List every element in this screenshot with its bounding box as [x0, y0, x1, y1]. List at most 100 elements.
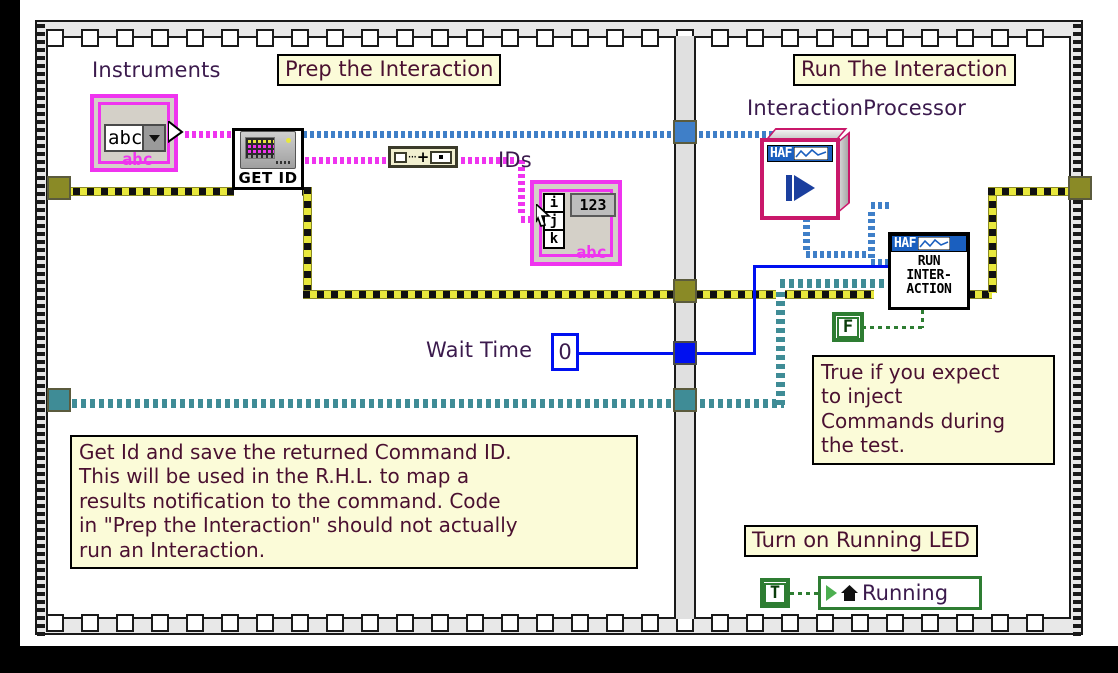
structure-notch [921, 29, 939, 47]
waveform-icon-run [917, 237, 950, 250]
structure-notch [886, 614, 904, 632]
instruments-array-control[interactable]: abc abc [90, 94, 178, 172]
haf-header-text-processor: HAF [770, 145, 792, 161]
structure-notch [361, 614, 379, 632]
tunnel-error-right[interactable] [1068, 176, 1092, 200]
structure-notch [501, 614, 519, 632]
tunnel-teal-left[interactable] [47, 388, 71, 412]
wait-time-label: Wait Time [426, 338, 533, 362]
comment-prep-interaction[interactable]: Get Id and save the returned Command ID.… [70, 435, 638, 569]
boolean-wire-false-horizontal [862, 326, 924, 329]
instruments-value: abc [108, 127, 143, 149]
structure-notch [46, 29, 64, 47]
haf-header-run: HAF [891, 235, 967, 252]
structure-notch [781, 614, 799, 632]
teal-wire-bottom-right [696, 399, 784, 408]
instrument-icon [240, 131, 296, 169]
structure-notch [186, 614, 204, 632]
structure-notch [816, 614, 834, 632]
index-node-input-icon [394, 151, 407, 163]
structure-notch [431, 614, 449, 632]
instruments-control-label: Instruments [92, 58, 221, 82]
wait-time-constant[interactable]: 0 [551, 333, 579, 371]
structure-notch [991, 614, 1009, 632]
teal-wire-bottom-left [59, 399, 679, 408]
structure-notch [851, 29, 869, 47]
index-node-plus-icon: + [416, 148, 430, 166]
structure-notch [291, 29, 309, 47]
structure-notch [886, 29, 904, 47]
class-wire-under-processor [803, 251, 875, 258]
structure-notch [501, 29, 519, 47]
error-wire-to-divider [303, 290, 685, 299]
structure-notch [466, 29, 484, 47]
structure-notch [746, 29, 764, 47]
ids-index-k: k [543, 229, 565, 249]
instruments-combobox[interactable]: abc [104, 124, 166, 152]
structure-notch [361, 29, 379, 47]
structure-notch [711, 29, 729, 47]
structure-notch [606, 614, 624, 632]
structure-notch [151, 614, 169, 632]
numeric-wire-up [753, 265, 756, 355]
structure-notch [116, 614, 134, 632]
class-icon-front-face: HAF [760, 138, 840, 220]
haf-header-processor: HAF [767, 145, 833, 162]
structure-notch [1026, 29, 1044, 47]
false-constant-value: F [836, 316, 860, 338]
structure-notch [256, 29, 274, 47]
block-diagram-canvas: Prep the Interaction Run The Interaction… [0, 0, 1118, 673]
structure-notch [571, 614, 589, 632]
error-wire-in [59, 187, 234, 196]
run-interaction-node[interactable]: HAF RUN INTER- ACTION [888, 232, 970, 310]
structure-notch [326, 614, 344, 632]
comment-line-1: Get Id and save the returned Command ID. [79, 440, 512, 464]
numeric-wire-wait-time [578, 352, 676, 355]
true-comment-line-2: to inject [821, 384, 903, 409]
structure-notch [571, 29, 589, 47]
tunnel-class-divider[interactable] [673, 120, 697, 144]
true-comment-line-4: the test. [821, 433, 905, 458]
structure-notch [431, 29, 449, 47]
structure-notch [956, 29, 974, 47]
structure-notch [256, 614, 274, 632]
home-icon [841, 585, 858, 601]
interaction-processor-class-icon[interactable]: HAF [760, 128, 855, 226]
structure-notch [396, 614, 414, 632]
waveform-icon [793, 147, 828, 160]
index-array-node[interactable]: ··· + [388, 146, 458, 168]
error-wire-down [303, 187, 312, 293]
structure-notch [921, 614, 939, 632]
structure-notch [851, 614, 869, 632]
numeric-wire-to-run [753, 265, 893, 268]
tunnel-error-left[interactable] [47, 176, 71, 200]
caption-run-the-interaction[interactable]: Run The Interaction [793, 54, 1016, 86]
tunnel-error-divider[interactable] [673, 279, 697, 303]
structure-notch [1026, 614, 1044, 632]
structure-notch [221, 614, 239, 632]
false-constant[interactable]: F [832, 312, 864, 342]
comment-line-5: run an Interaction. [79, 537, 266, 562]
structure-notch [536, 614, 554, 632]
chevron-down-icon[interactable] [142, 126, 164, 150]
instruments-type-tag: abc [122, 150, 153, 170]
comment-true-if-inject[interactable]: True if you expect to inject Commands du… [812, 355, 1055, 465]
true-constant[interactable]: T [760, 578, 790, 608]
instrument-screen-icon [245, 137, 275, 159]
running-property-node[interactable]: Running [818, 576, 982, 610]
comment-line-4: in "Prep the Interaction" should not act… [79, 513, 518, 538]
true-constant-value: T [763, 582, 787, 604]
run-interaction-text-1: RUN [917, 254, 941, 269]
get-id-vi-node[interactable]: GET ID [232, 128, 304, 190]
structure-notch [536, 29, 554, 47]
structure-bottom-notches [46, 610, 1061, 636]
caption-turn-on-running-led[interactable]: Turn on Running LED [744, 525, 978, 557]
teal-wire-up-right [776, 279, 785, 405]
index-node-dots-icon: ··· [407, 150, 418, 164]
tunnel-numeric-divider[interactable] [673, 341, 697, 365]
structure-notch [991, 29, 1009, 47]
structure-notch [46, 614, 64, 632]
caption-prep-the-interaction[interactable]: Prep the Interaction [277, 54, 502, 86]
structure-notch [221, 29, 239, 47]
tunnel-teal-divider[interactable] [673, 388, 697, 412]
